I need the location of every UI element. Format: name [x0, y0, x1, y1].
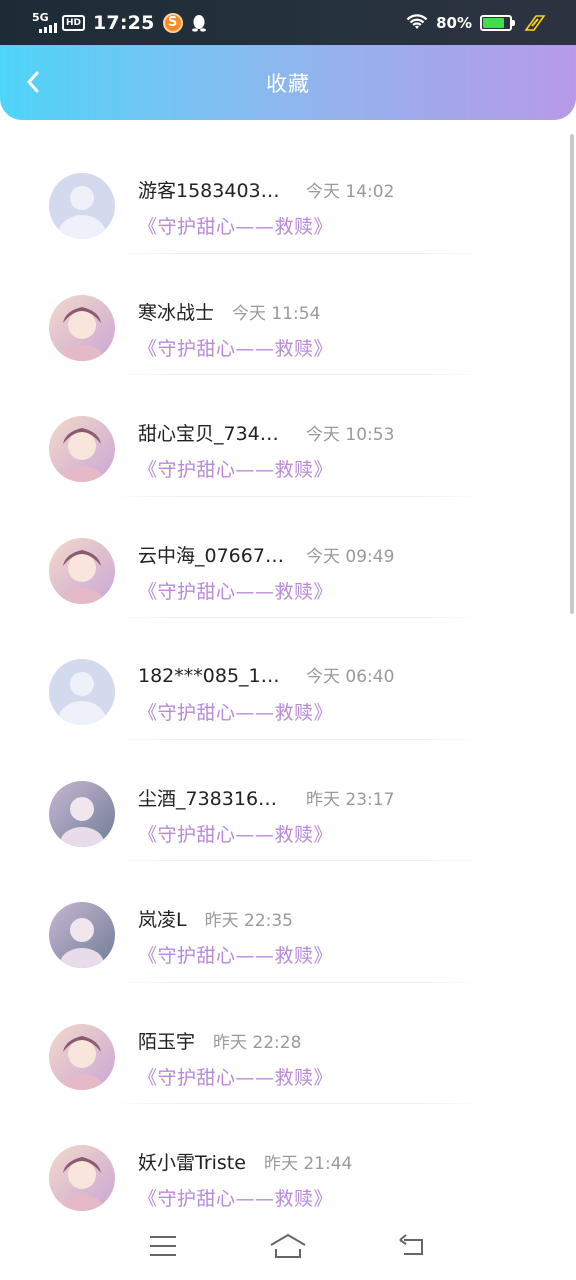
menu-icon [149, 1236, 176, 1256]
timestamp: 今天 14:02 [306, 182, 395, 202]
battery-percent: 80% [436, 13, 472, 32]
user-name[interactable]: 云中海_076674... [138, 541, 288, 568]
avatar[interactable] [49, 416, 115, 482]
user-name[interactable]: 妖小雷Triste [138, 1148, 246, 1175]
name-row: 甜心宝贝_7349... 今天 10:53 [138, 419, 394, 446]
list-item[interactable]: 游客15834032... 今天 14:02 《守护甜心——救赎》 [0, 132, 576, 254]
scrollbar[interactable] [570, 134, 574, 614]
home-button[interactable] [268, 1231, 308, 1261]
user-name[interactable]: 游客15834032... [138, 176, 288, 203]
signal-icon: 5G [32, 10, 57, 35]
back-nav-button[interactable] [393, 1231, 433, 1261]
qq-penguin-icon [191, 14, 206, 32]
avatar[interactable] [49, 537, 115, 604]
menu-button[interactable] [143, 1231, 183, 1261]
name-row: 游客15834032... 今天 14:02 [138, 176, 394, 203]
work-title[interactable]: 《守护甜心——救赎》 [138, 1184, 333, 1211]
list-item[interactable]: 云中海_076674... 今天 09:49 《守护甜心——救赎》 [0, 497, 576, 618]
page-title: 收藏 [266, 71, 310, 96]
wifi-icon [406, 14, 428, 29]
list-item[interactable]: 甜心宝贝_7349... 今天 10:53 《守护甜心——救赎》 [0, 375, 576, 497]
avatar[interactable] [49, 902, 115, 968]
timestamp: 昨天 22:28 [213, 1032, 302, 1053]
avatar[interactable] [49, 173, 115, 239]
user-name[interactable]: 182***085_104... [138, 665, 288, 687]
timestamp: 今天 10:53 [306, 425, 395, 445]
work-title[interactable]: 《守护甜心——救赎》 [138, 577, 333, 604]
status-bar: 5G HD 17:25 S 80% [0, 0, 576, 45]
timestamp: 今天 09:49 [306, 546, 395, 567]
list-item[interactable]: 岚凌L 昨天 22:35 《守护甜心——救赎》 [0, 861, 576, 983]
battery-icon [480, 14, 515, 31]
clock: 17:25 [93, 11, 155, 34]
list-item[interactable]: 寒冰战士 今天 11:54 《守护甜心——救赎》 [0, 254, 576, 375]
charging-icon [524, 14, 546, 31]
name-row: 182***085_104... 今天 06:40 [138, 662, 394, 687]
avatar[interactable] [49, 1145, 115, 1211]
back-icon [399, 1234, 424, 1255]
user-name[interactable]: 尘酒_7383167... [138, 784, 288, 811]
list-item[interactable]: 尘酒_7383167... 昨天 23:17 《守护甜心——救赎》 [0, 740, 576, 861]
avatar[interactable] [49, 659, 115, 725]
timestamp: 今天 11:54 [232, 303, 321, 324]
back-button[interactable] [18, 67, 48, 97]
list-item[interactable]: 陌玉宇 昨天 22:28 《守护甜心——救赎》 [0, 983, 576, 1104]
name-row: 云中海_076674... 今天 09:49 [138, 541, 394, 568]
hd-badge: HD [62, 14, 86, 31]
user-name[interactable]: 寒冰战士 [138, 298, 214, 325]
work-title[interactable]: 《守护甜心——救赎》 [138, 212, 333, 239]
favorites-list: 游客15834032... 今天 14:02 《守护甜心——救赎》 寒冰战士 今天 11… [0, 132, 576, 1212]
work-title[interactable]: 《守护甜心——救赎》 [138, 698, 333, 725]
work-title[interactable]: 《守护甜心——救赎》 [138, 334, 333, 361]
network-type: 5G [32, 10, 49, 24]
list-item[interactable]: 妖小雷Triste 昨天 21:44 《守护甜心——救赎》 [0, 1104, 576, 1212]
timestamp: 昨天 22:35 [204, 911, 293, 931]
app-notification-icon: S [162, 12, 183, 33]
timestamp: 昨天 23:17 [306, 789, 395, 810]
work-title[interactable]: 《守护甜心——救赎》 [138, 455, 333, 482]
avatar[interactable] [49, 1023, 115, 1090]
user-name[interactable]: 陌玉宇 [138, 1027, 195, 1054]
work-title[interactable]: 《守护甜心——救赎》 [138, 941, 333, 968]
user-name[interactable]: 甜心宝贝_7349... [138, 419, 288, 446]
name-row: 岚凌L 昨天 22:35 [138, 905, 293, 932]
chevron-left-icon [27, 71, 39, 93]
work-title[interactable]: 《守护甜心——救赎》 [138, 1063, 333, 1090]
avatar[interactable] [49, 294, 115, 361]
name-row: 尘酒_7383167... 昨天 23:17 [138, 784, 394, 811]
timestamp: 今天 06:40 [306, 667, 395, 687]
list-item[interactable]: 182***085_104... 今天 06:40 《守护甜心——救赎》 [0, 618, 576, 740]
timestamp: 昨天 21:44 [263, 1154, 353, 1174]
name-row: 陌玉宇 昨天 22:28 [138, 1027, 301, 1054]
system-nav-bar [0, 1212, 576, 1280]
name-row: 寒冰战士 今天 11:54 [138, 298, 320, 325]
work-title[interactable]: 《守护甜心——救赎》 [138, 820, 333, 847]
name-row: 妖小雷Triste 昨天 21:44 [138, 1148, 352, 1175]
avatar[interactable] [49, 780, 115, 847]
header-bar: 收藏 [0, 45, 576, 120]
home-icon [270, 1233, 306, 1258]
user-name[interactable]: 岚凌L [138, 905, 187, 932]
